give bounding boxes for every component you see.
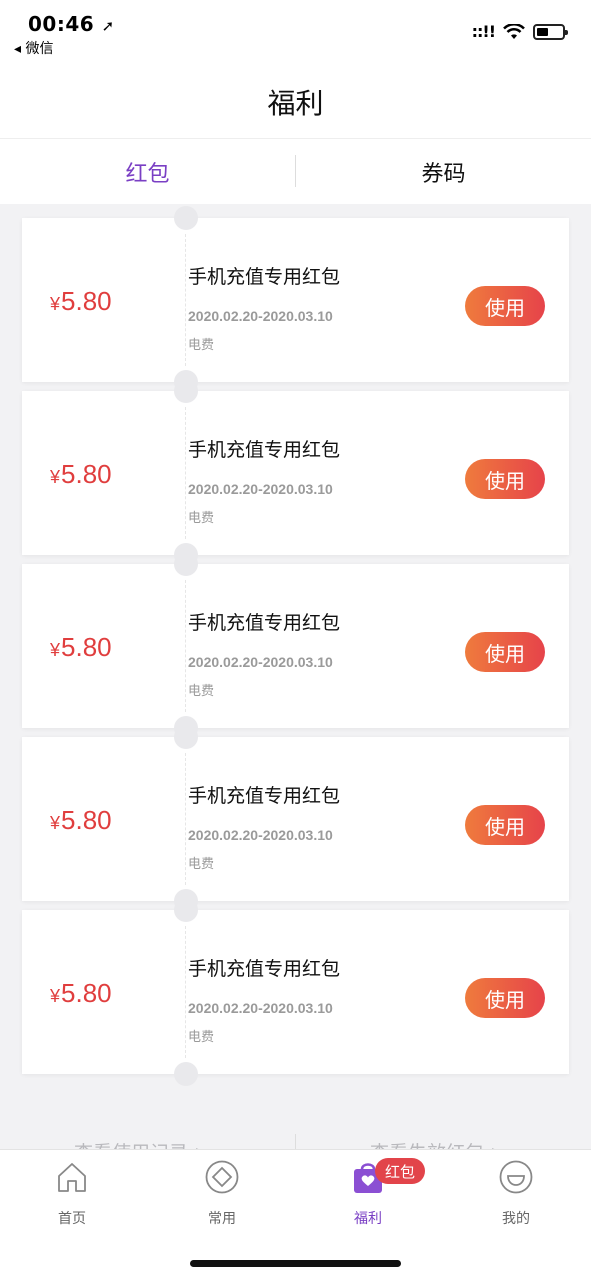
card-notch: [174, 206, 198, 230]
status-time: 00:46 ➚: [28, 12, 115, 36]
diamond-icon: [205, 1160, 239, 1194]
location-arrow-icon: ➚: [101, 17, 115, 35]
home-indicator: [190, 1260, 401, 1267]
coupon-title: 手机充值专用红包: [188, 785, 341, 807]
currency-symbol: ¥: [50, 813, 61, 833]
use-button[interactable]: 使用: [465, 286, 545, 326]
coupon-title: 手机充值专用红包: [188, 612, 341, 634]
tabbar-label: 福利: [354, 1211, 382, 1227]
currency-symbol: ¥: [50, 467, 61, 487]
red-packet-badge: 红包: [375, 1158, 426, 1184]
back-to-wechat[interactable]: ◂ 微信: [14, 38, 53, 58]
clock-text: 00:46: [28, 12, 95, 36]
coupon-category: 电费: [188, 338, 215, 353]
coupon-amount: ¥5.80: [50, 978, 112, 1009]
tabbar-label: 首页: [58, 1211, 86, 1227]
use-button[interactable]: 使用: [465, 632, 545, 672]
coupon-amount: ¥5.80: [50, 286, 112, 317]
card-notch: [174, 552, 198, 576]
card-notch: [174, 1062, 198, 1086]
coupon-date-range: 2020.02.20-2020.03.10: [188, 308, 333, 324]
card-divider: [185, 753, 186, 885]
use-button[interactable]: 使用: [465, 459, 545, 499]
coupon-date-range: 2020.02.20-2020.03.10: [188, 654, 333, 670]
tabbar-item-home[interactable]: 首页: [32, 1160, 112, 1230]
currency-symbol: ¥: [50, 986, 61, 1006]
tabbar-label: 常用: [208, 1211, 236, 1227]
coupon-date-range: 2020.02.20-2020.03.10: [188, 1000, 333, 1016]
home-icon: [55, 1160, 89, 1194]
card-notch: [174, 898, 198, 922]
currency-symbol: ¥: [50, 640, 61, 660]
coupon-title: 手机充值专用红包: [188, 266, 341, 288]
card-divider: [185, 407, 186, 539]
tabbar-item-mine[interactable]: 我的: [476, 1160, 556, 1230]
tabbar-label: 我的: [502, 1211, 530, 1227]
coupon-title: 手机充值专用红包: [188, 439, 341, 461]
tabbar-item-common[interactable]: 常用: [182, 1160, 262, 1230]
currency-symbol: ¥: [50, 294, 61, 314]
amount-value: 5.80: [61, 978, 112, 1008]
amount-value: 5.80: [61, 459, 112, 489]
coupon-card: ¥5.80 手机充值专用红包 2020.02.20-2020.03.10 电费 …: [22, 898, 569, 1086]
page-title: 福利: [267, 87, 324, 120]
coupon-date-range: 2020.02.20-2020.03.10: [188, 481, 333, 497]
coupon-category: 电费: [188, 857, 215, 872]
tab-red-packet[interactable]: 红包: [0, 139, 295, 205]
card-notch: [174, 725, 198, 749]
card-divider: [185, 234, 186, 366]
card-divider: [185, 926, 186, 1058]
page-header: 福利: [0, 62, 591, 138]
use-button[interactable]: 使用: [465, 805, 545, 845]
status-icons: ::!!: [471, 22, 568, 41]
coupon-amount: ¥5.80: [50, 459, 112, 490]
use-button[interactable]: 使用: [465, 978, 545, 1018]
coupon-list: ¥5.80 手机充值专用红包 2020.02.20-2020.03.10 电费 …: [18, 206, 573, 1086]
tab-voucher-code[interactable]: 券码: [296, 139, 591, 205]
status-bar: 00:46 ➚ ◂ 微信 ::!!: [0, 0, 591, 62]
card-divider: [185, 580, 186, 712]
coupon-category: 电费: [188, 684, 215, 699]
smile-face-icon: [499, 1160, 533, 1194]
coupon-card: ¥5.80 手机充值专用红包 2020.02.20-2020.03.10 电费 …: [22, 725, 569, 913]
amount-value: 5.80: [61, 805, 112, 835]
coupon-amount: ¥5.80: [50, 805, 112, 836]
coupon-card: ¥5.80 手机充值专用红包 2020.02.20-2020.03.10 电费 …: [22, 206, 569, 394]
tab-bar-top: 红包 券码: [0, 138, 591, 204]
battery-icon: [533, 23, 568, 40]
coupon-amount: ¥5.80: [50, 632, 112, 663]
coupon-date-range: 2020.02.20-2020.03.10: [188, 827, 333, 843]
coupon-card: ¥5.80 手机充值专用红包 2020.02.20-2020.03.10 电费 …: [22, 379, 569, 567]
coupon-category: 电费: [188, 1030, 215, 1045]
coupon-title: 手机充值专用红包: [188, 958, 341, 980]
amount-value: 5.80: [61, 632, 112, 662]
signal-icon: ::!!: [471, 22, 496, 41]
coupon-category: 电费: [188, 511, 215, 526]
card-notch: [174, 379, 198, 403]
coupon-card: ¥5.80 手机充值专用红包 2020.02.20-2020.03.10 电费 …: [22, 552, 569, 740]
amount-value: 5.80: [61, 286, 112, 316]
wifi-icon: [503, 23, 525, 39]
